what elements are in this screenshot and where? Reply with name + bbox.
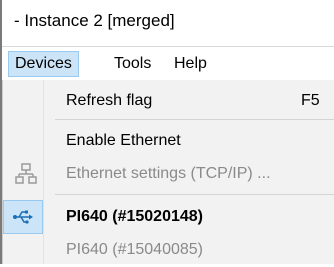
menu-item-label: PI640 (#15020148) (66, 208, 203, 225)
menu-item-refresh-flag[interactable]: Refresh flag F5 (3, 84, 334, 118)
menu-item-label: Refresh flag (66, 92, 153, 109)
menu-bar: Devices Tools Help (2, 46, 334, 81)
menu-item-label: Ethernet settings (TCP/IP) ... (66, 165, 271, 182)
menu-devices[interactable]: Devices (8, 51, 79, 77)
menu-item-device-15020148[interactable]: PI640 (#15020148) (3, 200, 334, 234)
usb-icon (12, 206, 34, 228)
menu-help[interactable]: Help (168, 52, 213, 76)
menu-separator (55, 119, 334, 120)
menu-item-enable-ethernet[interactable]: Enable Ethernet (3, 124, 334, 158)
title-bar[interactable]: - Instance 2 [merged] (2, 0, 334, 46)
app-window: - Instance 2 [merged] Devices Tools Help… (0, 0, 334, 264)
menu-item-label: PI640 (#15040085) (66, 241, 203, 258)
menu-tools[interactable]: Tools (108, 52, 157, 76)
menu-item-ethernet-settings[interactable]: Ethernet settings (TCP/IP) ... (3, 157, 334, 191)
network-icon (15, 163, 37, 185)
menu-separator (55, 194, 334, 195)
menu-item-label: Enable Ethernet (66, 132, 181, 149)
menu-item-device-15040085[interactable]: PI640 (#15040085) (3, 233, 334, 267)
menu-item-shortcut: F5 (301, 92, 320, 109)
window-title: - Instance 2 [merged] (14, 11, 175, 30)
devices-dropdown-menu: Refresh flag F5 Enable Ethernet Ethernet… (2, 80, 334, 264)
